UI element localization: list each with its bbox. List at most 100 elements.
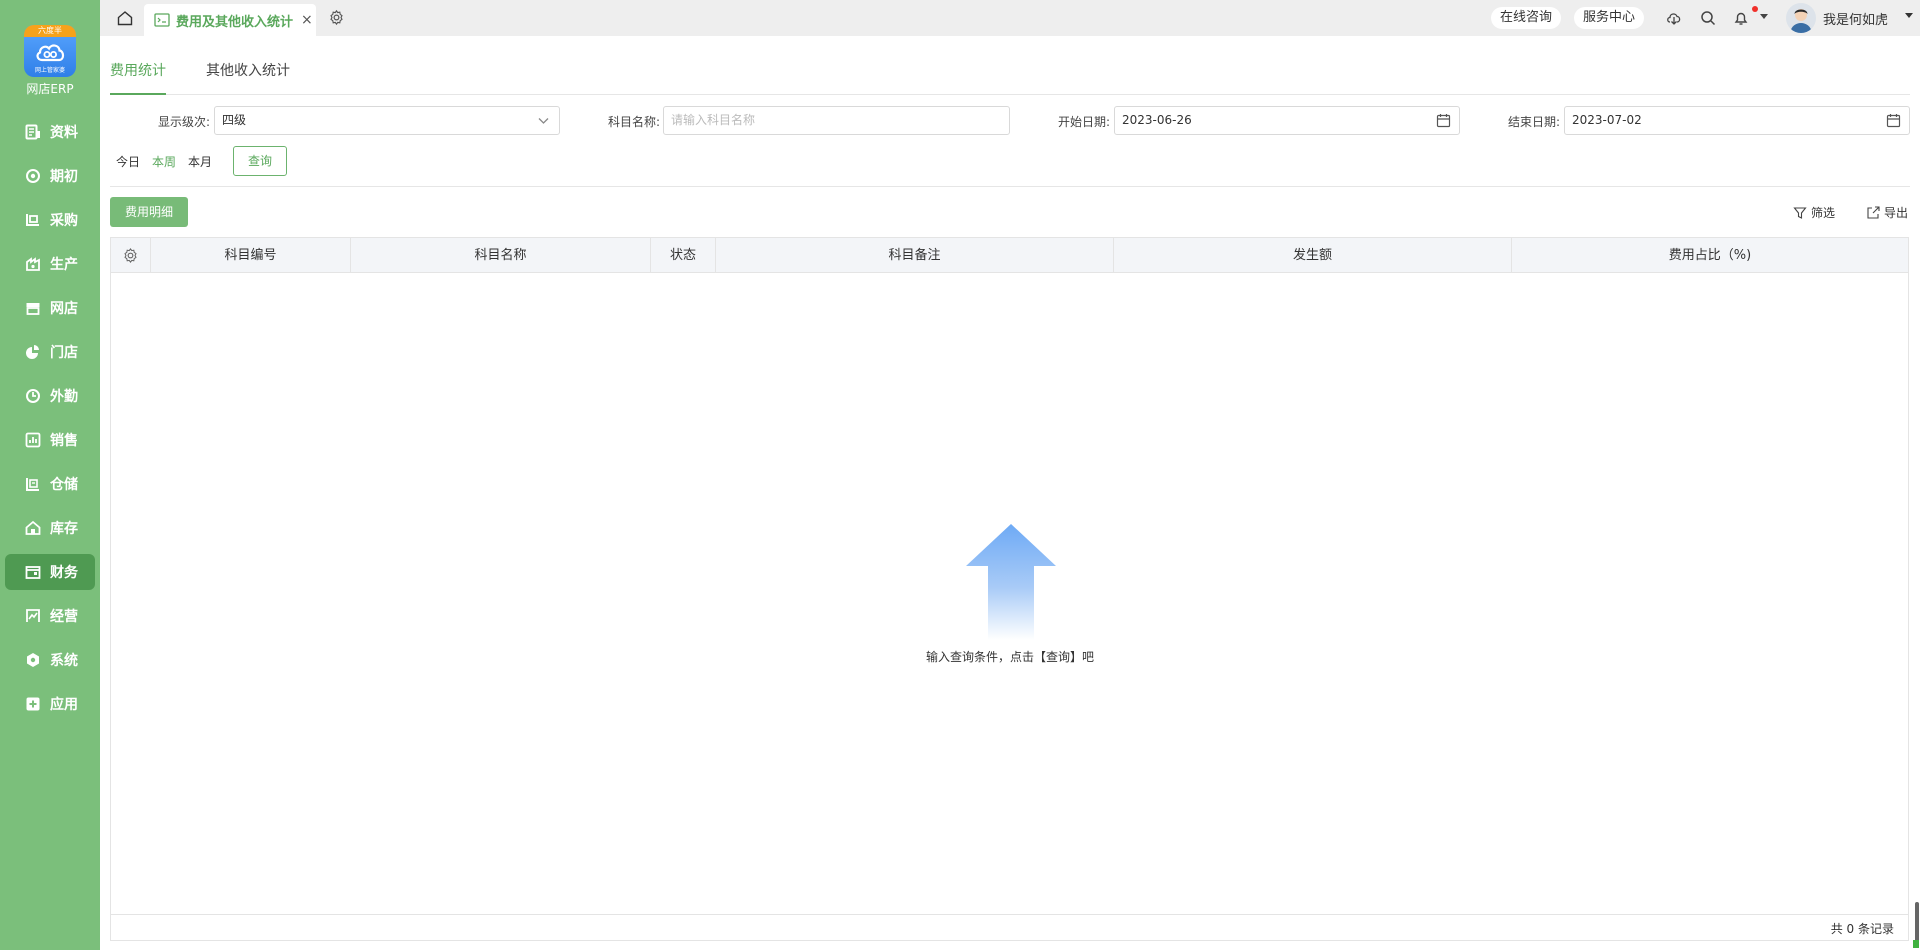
export-button[interactable]: 导出: [1866, 204, 1908, 221]
sidebar-item-apps[interactable]: 应用: [5, 686, 95, 722]
up-arrow-icon: [966, 524, 1056, 640]
sales-chart-icon: [25, 432, 41, 448]
user-avatar-icon: [1790, 9, 1812, 33]
logo-badge: 六度半: [24, 25, 76, 37]
sidebar-item-profile[interactable]: 资料: [5, 114, 95, 150]
sidebar-item-retail-store[interactable]: 门店: [5, 334, 95, 370]
calendar-icon[interactable]: [1886, 113, 1901, 128]
avatar[interactable]: [1786, 3, 1816, 33]
business-icon: [26, 609, 40, 622]
gear-icon[interactable]: [122, 247, 139, 264]
pie-icon: [26, 345, 39, 359]
finance-icon: [25, 566, 41, 579]
start-date-label: 开始日期:: [1058, 115, 1111, 129]
sidebar-item-system[interactable]: 系统: [5, 642, 95, 678]
table-header: 科目编号 科目名称 状态 科目备注 发生额 费用占比（%): [111, 238, 1908, 273]
filter-icon: [1793, 206, 1807, 219]
sidebar-item-label: 门店: [50, 345, 78, 361]
target-icon: [26, 169, 40, 183]
sidebar-item-label: 生产: [50, 257, 78, 273]
close-icon[interactable]: ×: [301, 12, 313, 28]
tab-other-income-stats[interactable]: 其他收入统计: [206, 60, 290, 80]
profile-icon: [25, 124, 40, 140]
column-header-expense-ratio[interactable]: 费用占比（%): [1512, 238, 1908, 273]
bell-icon[interactable]: [1733, 10, 1749, 26]
column-settings[interactable]: [111, 238, 151, 273]
inventory-icon: [25, 520, 41, 535]
production-icon: [26, 257, 40, 271]
column-header-subject-code[interactable]: 科目编号: [151, 238, 351, 273]
sidebar-item-purchase[interactable]: 采购: [5, 202, 95, 238]
subject-name-input[interactable]: [671, 113, 976, 127]
chevron-down-icon[interactable]: [1905, 13, 1913, 18]
top-bar: 费用及其他收入统计 × 在线咨询 服务中心: [100, 0, 1920, 36]
user-name[interactable]: 我是何如虎: [1823, 9, 1888, 28]
system-icon: [27, 653, 39, 667]
purchase-icon: [26, 214, 39, 226]
level-label: 显示级次:: [158, 115, 211, 129]
service-center-button[interactable]: 服务中心: [1574, 7, 1645, 29]
home-icon[interactable]: [116, 9, 134, 27]
column-header-subject-note[interactable]: 科目备注: [716, 238, 1114, 273]
gear-icon[interactable]: [328, 9, 345, 26]
logo-subtitle: 网上管家婆: [34, 67, 65, 74]
notification-dot: [1752, 6, 1758, 12]
apps-icon: [26, 697, 40, 711]
sidebar-item-online-store[interactable]: 网店: [5, 290, 95, 326]
start-date-value: 2023-06-26: [1122, 113, 1192, 127]
sidebar-item-finance[interactable]: 财务: [5, 554, 95, 590]
tab-expense-stats[interactable]: 费用统计: [110, 60, 166, 80]
tab-expense-income-stats[interactable]: 费用及其他收入统计 ×: [144, 4, 316, 36]
table-footer: 共 0 条记录: [111, 914, 1908, 940]
subject-name-field[interactable]: [663, 106, 1010, 135]
sidebar-item-label: 外勤: [50, 389, 78, 405]
sidebar-item-label: 采购: [50, 213, 78, 229]
cloud-logo-icon: [36, 44, 65, 62]
expense-detail-button[interactable]: 费用明细: [110, 197, 188, 227]
search-icon[interactable]: [1700, 10, 1716, 26]
warehouse-icon: [26, 478, 39, 491]
sidebar-item-label: 库存: [50, 521, 78, 537]
sidebar-item-inventory[interactable]: 库存: [5, 510, 95, 546]
cloud-download-icon[interactable]: [1666, 10, 1682, 26]
column-header-status[interactable]: 状态: [651, 238, 716, 273]
sidebar-item-label: 系统: [50, 653, 78, 669]
export-label: 导出: [1884, 206, 1909, 220]
sidebar-item-label: 经营: [50, 609, 78, 625]
sidebar-item-label: 资料: [50, 125, 78, 141]
sidebar-item-label: 财务: [50, 565, 78, 581]
sidebar-item-field[interactable]: 外勤: [5, 378, 95, 414]
quick-today[interactable]: 今日: [116, 153, 140, 170]
divider: [110, 186, 1910, 187]
filter-button[interactable]: 筛选: [1793, 204, 1835, 221]
sidebar-item-opening[interactable]: 期初: [5, 158, 95, 194]
sidebar-item-business[interactable]: 经营: [5, 598, 95, 634]
empty-state-text: 输入查询条件，点击【查询】吧: [926, 650, 1095, 664]
sidebar-item-label: 期初: [50, 169, 78, 185]
sidebar-item-warehouse[interactable]: 仓储: [5, 466, 95, 502]
quick-this-month[interactable]: 本月: [188, 153, 212, 170]
sidebar-item-label: 销售: [50, 433, 78, 449]
report-icon: [154, 13, 170, 27]
total-records: 共 0 条记录: [1830, 922, 1894, 936]
level-select[interactable]: 四级: [214, 106, 560, 135]
calendar-icon[interactable]: [1436, 113, 1451, 128]
end-date-value: 2023-07-02: [1572, 113, 1642, 127]
scrollbar-marker: [1913, 940, 1919, 948]
column-header-subject-name[interactable]: 科目名称: [351, 238, 651, 273]
online-consult-button[interactable]: 在线咨询: [1491, 7, 1562, 29]
store-icon: [26, 303, 40, 315]
start-date-field[interactable]: 2023-06-26: [1114, 106, 1460, 135]
column-header-amount[interactable]: 发生额: [1114, 238, 1512, 273]
tab-label: 费用及其他收入统计: [176, 14, 294, 30]
chevron-down-icon[interactable]: [1760, 14, 1768, 19]
sidebar-item-sales[interactable]: 销售: [5, 422, 95, 458]
query-button[interactable]: 查询: [233, 146, 287, 176]
subject-label: 科目名称:: [608, 115, 661, 129]
end-date-field[interactable]: 2023-07-02: [1564, 106, 1910, 135]
sidebar-item-production[interactable]: 生产: [5, 246, 95, 282]
expense-table: 科目编号 科目名称 状态 科目备注 发生额 费用占比（%) 输入查询条件，点击【…: [110, 237, 1909, 941]
app-logo[interactable]: 六度半 网上管家婆: [24, 25, 76, 77]
sidebar-item-label: 仓储: [50, 477, 78, 493]
quick-this-week[interactable]: 本周: [152, 153, 176, 170]
